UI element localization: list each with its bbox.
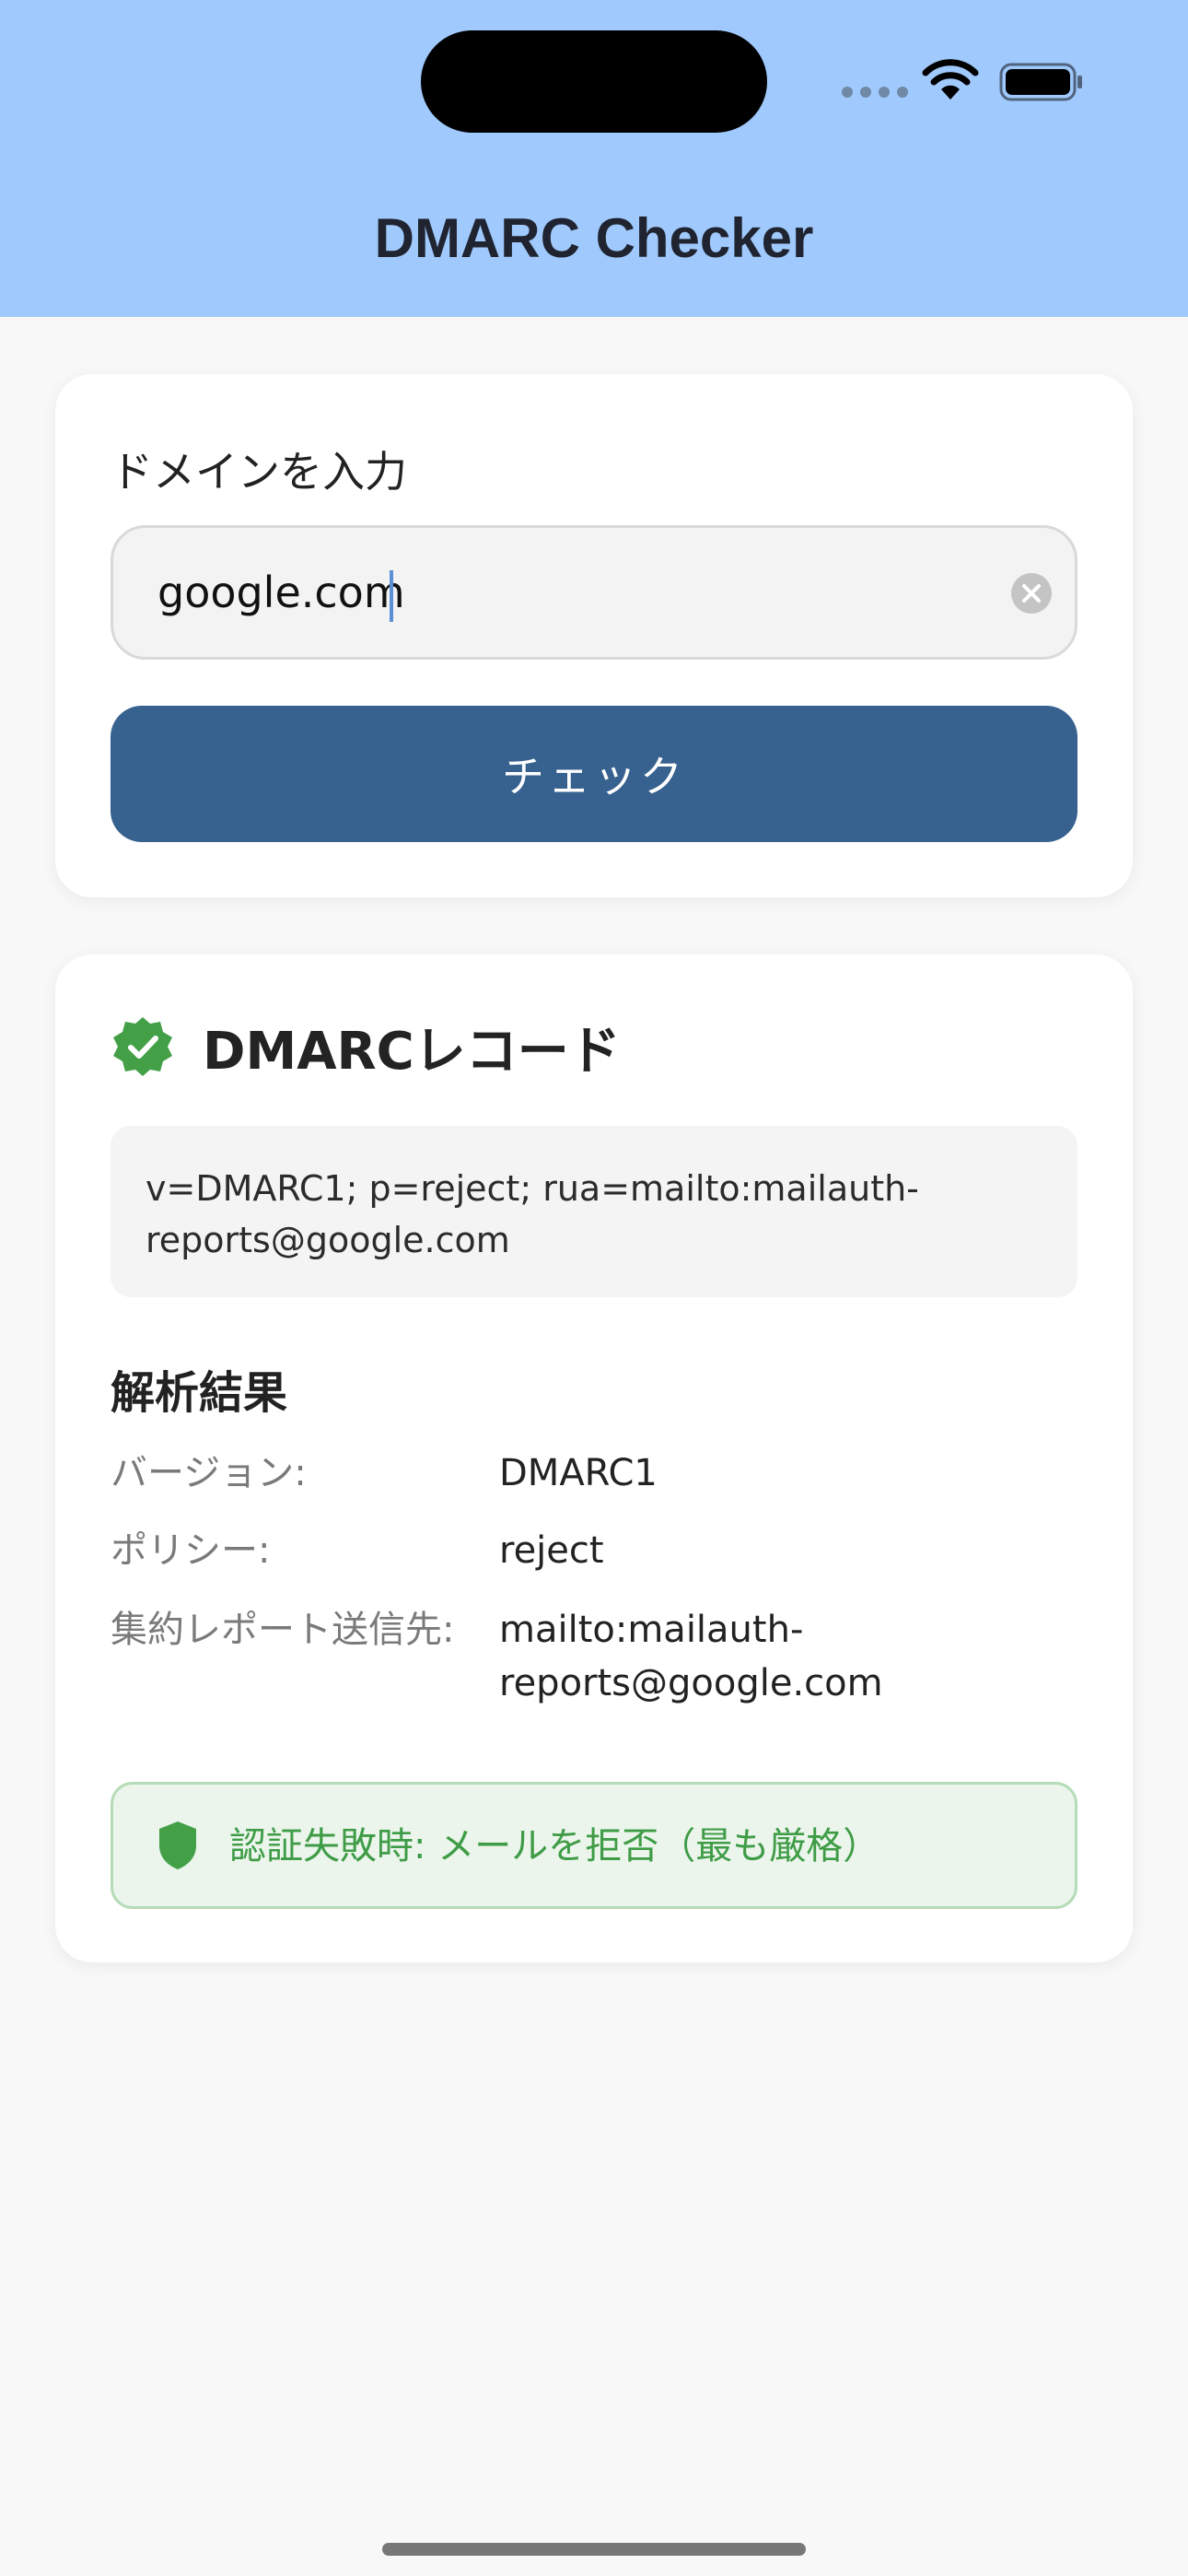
record-header: DMARCレコード bbox=[111, 1010, 621, 1083]
policy-key: ポリシー: bbox=[111, 1529, 271, 1572]
policy-note: 認証失敗時: メールを拒否（最も厳格） bbox=[229, 1825, 880, 1868]
cellular-signal-icon bbox=[842, 87, 908, 98]
version-key: バージョン: bbox=[111, 1452, 307, 1494]
policy-value: reject bbox=[499, 1529, 604, 1572]
record-title: DMARCレコード bbox=[203, 1021, 621, 1082]
verified-badge-icon bbox=[113, 1017, 172, 1076]
status-bar-icons bbox=[838, 55, 1087, 101]
analysis-title: 解析結果 bbox=[111, 1367, 288, 1419]
dmarc-result-card: DMARCレコード v=DMARC1; p=reject; rua=mailto… bbox=[55, 954, 1133, 1962]
dynamic-island bbox=[421, 30, 767, 133]
domain-input-field[interactable] bbox=[111, 525, 1077, 660]
home-indicator[interactable] bbox=[382, 2543, 806, 2556]
dmarc-record-text: v=DMARC1; p=reject; rua=mailto:mailauth-… bbox=[111, 1126, 1077, 1297]
wifi-icon bbox=[922, 59, 979, 100]
domain-label: ドメインを入力 bbox=[111, 447, 407, 497]
rua-key: 集約レポート送信先: bbox=[111, 1609, 455, 1651]
page-title: DMARC Checker bbox=[374, 207, 814, 269]
shield-icon bbox=[159, 1821, 196, 1869]
policy-status-banner: 認証失敗時: メールを拒否（最も厳格） bbox=[111, 1782, 1077, 1909]
rua-value: mailto:mailauth-reports@google.com bbox=[499, 1609, 883, 1704]
text-caret bbox=[390, 570, 393, 622]
app-header: DMARC Checker bbox=[0, 0, 1188, 317]
app-screen: DMARC Checker ドメインを入力 チェック DMARCレコード v=D… bbox=[0, 0, 1188, 2576]
domain-input[interactable] bbox=[157, 556, 986, 629]
clear-circle-icon[interactable] bbox=[1010, 572, 1053, 615]
check-button[interactable]: チェック bbox=[111, 706, 1077, 842]
version-value: DMARC1 bbox=[499, 1452, 658, 1494]
domain-input-card: ドメインを入力 チェック bbox=[55, 374, 1133, 897]
battery-icon bbox=[999, 63, 1082, 101]
